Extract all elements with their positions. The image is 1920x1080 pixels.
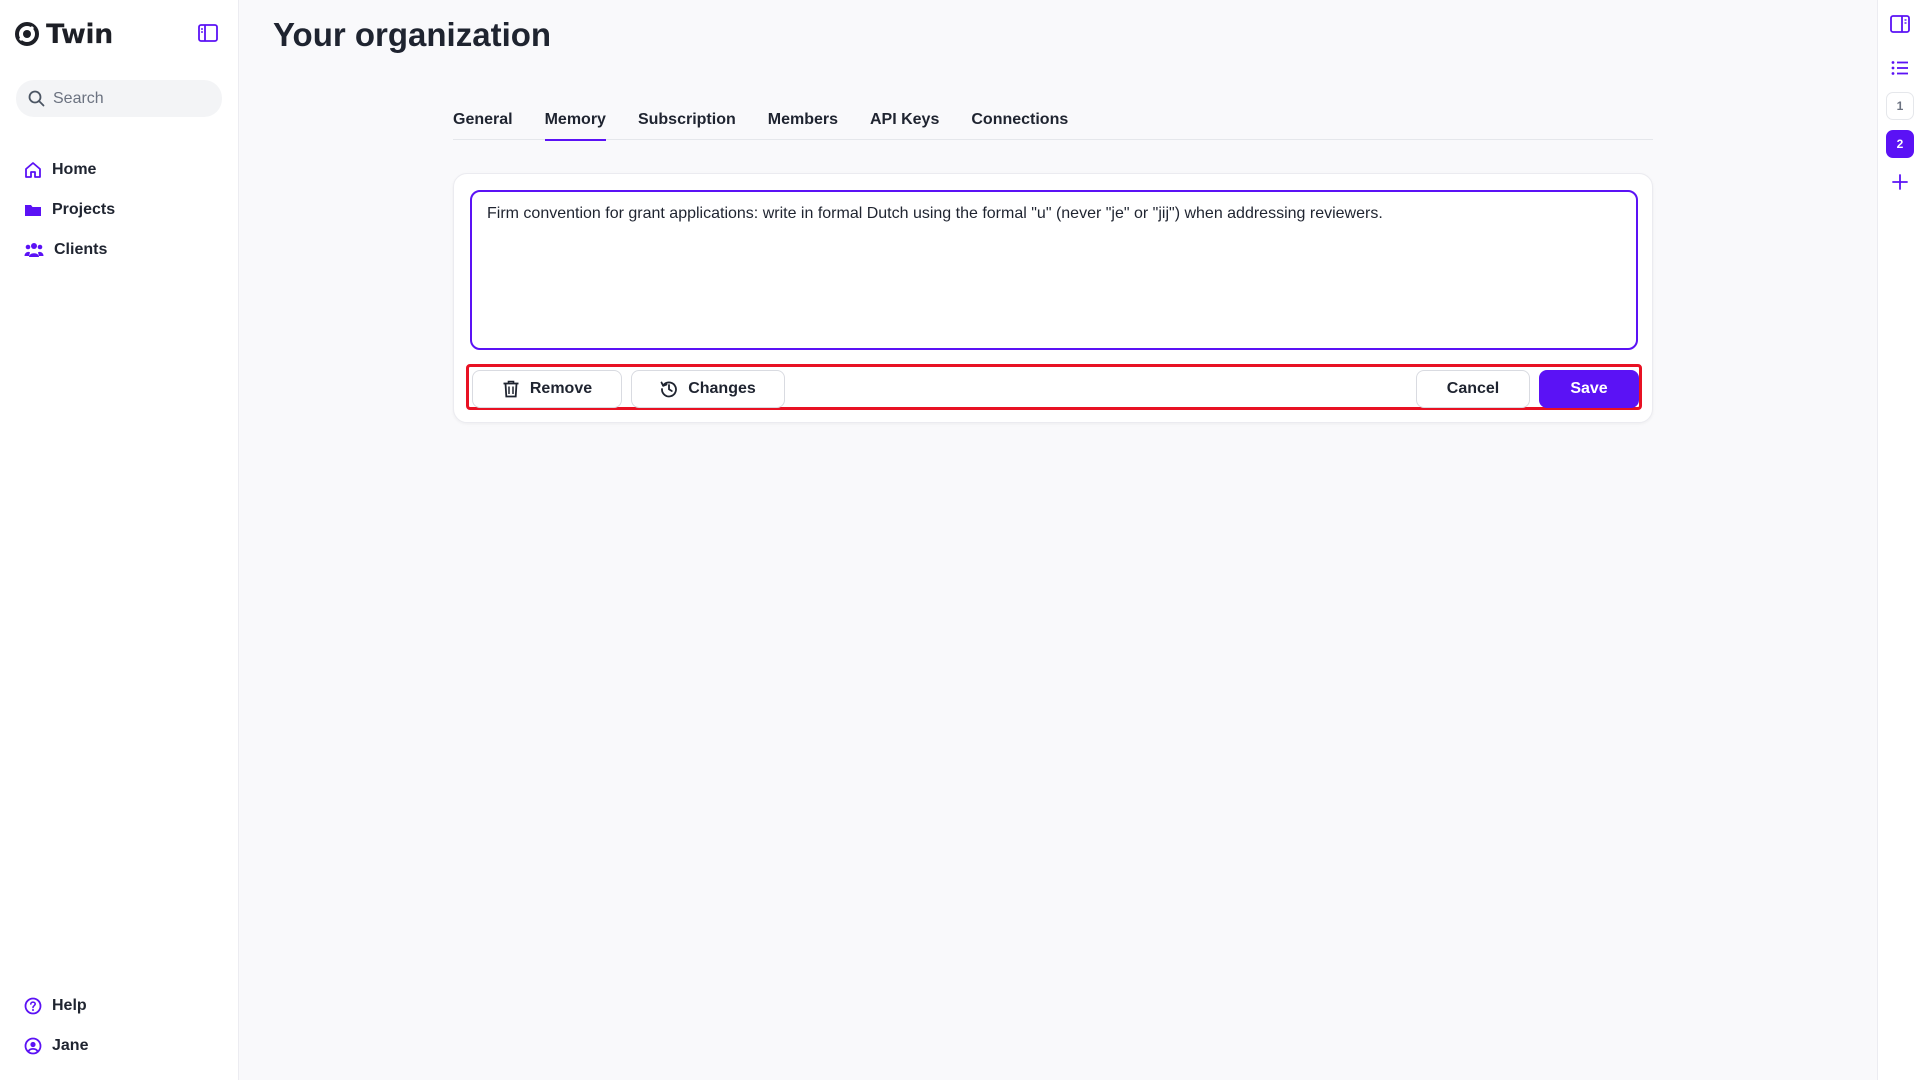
sidebar-item-projects[interactable]: Projects [14, 190, 224, 230]
cancel-button[interactable]: Cancel [1416, 370, 1530, 408]
panel-toggle-button[interactable] [1886, 10, 1914, 38]
tab-connections[interactable]: Connections [971, 104, 1068, 140]
list-icon [1891, 61, 1908, 75]
tab-api-keys[interactable]: API Keys [870, 104, 939, 140]
home-icon [25, 162, 41, 178]
logo[interactable]: Twin [14, 16, 113, 52]
tab-subscription[interactable]: Subscription [638, 104, 736, 140]
tab-members[interactable]: Members [768, 104, 838, 140]
sidebar-nav: Home Projects Clients [14, 150, 224, 270]
right-rail: 1 2 [1877, 0, 1920, 1080]
sidebar-item-home[interactable]: Home [14, 150, 224, 190]
sidebar-footer: Help Jane [14, 986, 224, 1066]
sidebar-item-label: Home [52, 161, 97, 178]
plus-icon [1892, 174, 1908, 190]
sidebar-item-user[interactable]: Jane [14, 1026, 224, 1066]
history-icon [660, 381, 678, 398]
sidebar-toggle-icon [198, 24, 218, 42]
changes-label: Changes [688, 380, 756, 397]
memory-action-bar: Remove Changes Cancel Save [466, 364, 1642, 410]
save-button[interactable]: Save [1539, 370, 1639, 408]
sidebar-item-label: Clients [54, 241, 108, 258]
settings-tabs: General Memory Subscription Members API … [453, 104, 1653, 141]
changes-button[interactable]: Changes [631, 370, 785, 408]
sidebar-item-clients[interactable]: Clients [14, 230, 224, 270]
search-input[interactable] [53, 89, 213, 108]
remove-label: Remove [529, 380, 593, 397]
help-icon [24, 997, 42, 1015]
twin-logo-icon [15, 22, 39, 46]
memory-textarea[interactable]: Firm convention for grant applications: … [470, 190, 1638, 350]
collapse-sidebar-button[interactable] [198, 20, 218, 46]
page-title: Your organization [273, 16, 552, 53]
folder-icon [25, 205, 41, 216]
search-box[interactable] [16, 80, 222, 117]
search-icon [28, 90, 45, 107]
app-name: Twin [46, 18, 113, 50]
list-view-button[interactable] [1886, 54, 1914, 82]
sidebar-item-label: Help [52, 997, 87, 1014]
page-badge-1[interactable]: 1 [1886, 92, 1914, 120]
tab-memory[interactable]: Memory [544, 104, 607, 141]
user-circle-icon [24, 1037, 42, 1055]
sidebar-item-label: Jane [52, 1037, 89, 1054]
sidebar-item-label: Projects [52, 201, 116, 218]
sidebar-item-help[interactable]: Help [14, 986, 224, 1026]
page-badge-2[interactable]: 2 [1886, 130, 1914, 158]
users-icon [24, 243, 44, 257]
memory-card: Firm convention for grant applications: … [453, 173, 1653, 423]
panel-right-icon [1890, 15, 1910, 33]
trash-icon [503, 380, 519, 398]
sidebar: Twin Home Projects [0, 0, 239, 1080]
tab-general[interactable]: General [453, 104, 513, 140]
add-page-button[interactable] [1886, 168, 1914, 196]
remove-button[interactable]: Remove [472, 370, 622, 408]
